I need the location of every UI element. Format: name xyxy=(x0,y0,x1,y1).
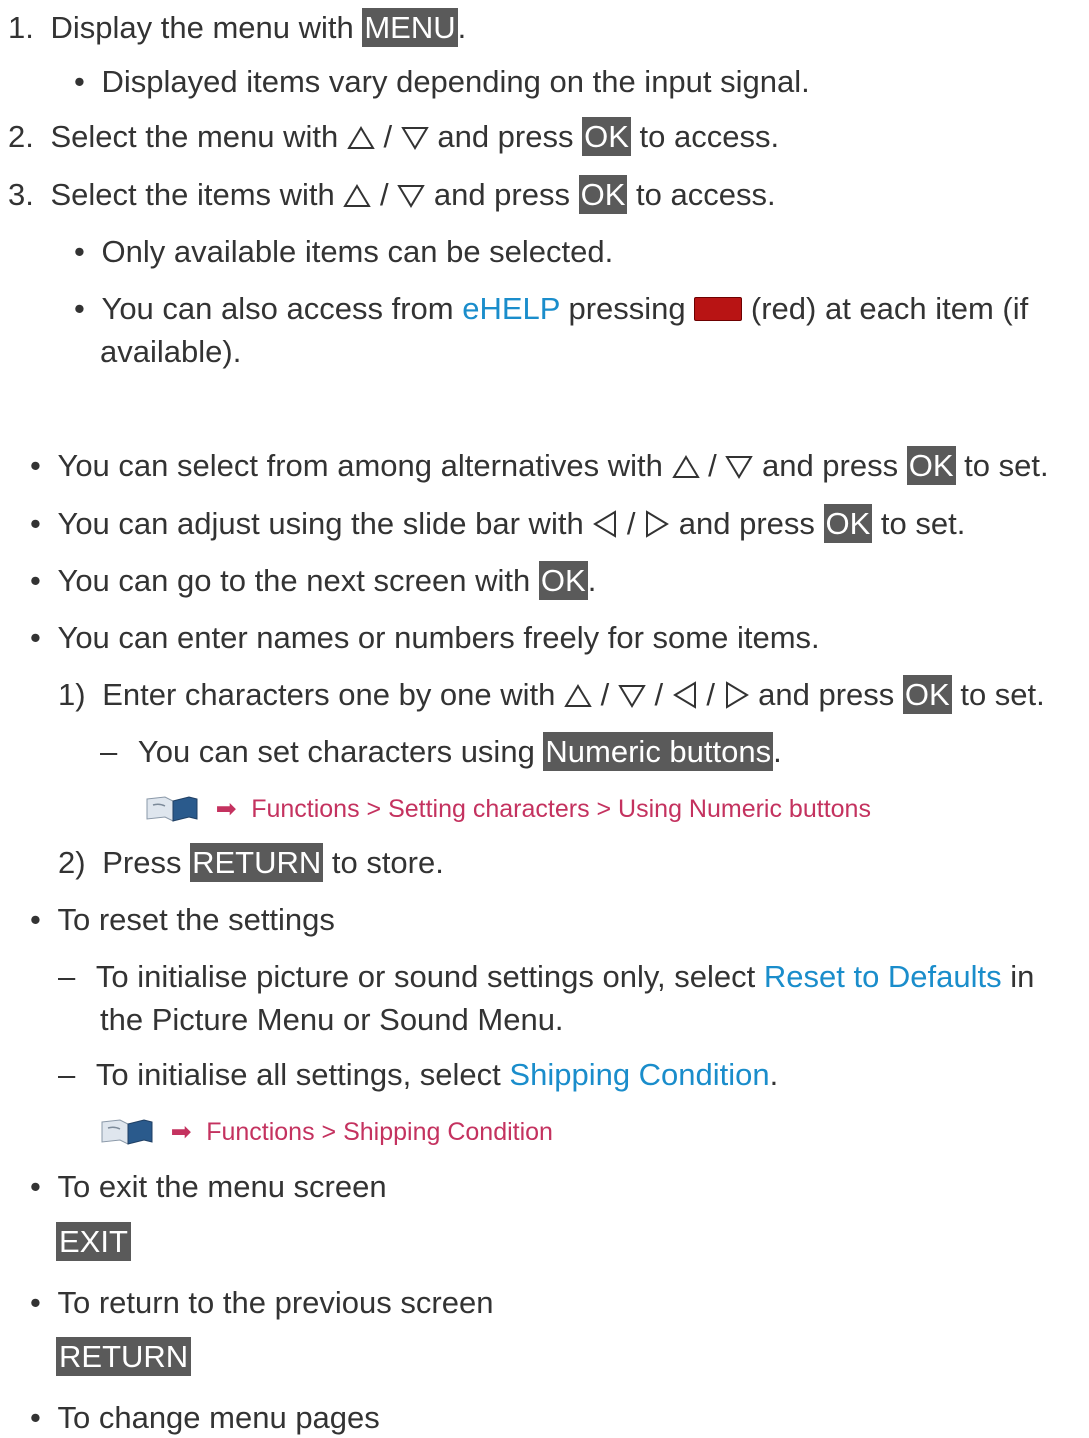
up-triangle-icon xyxy=(671,455,700,478)
ok-button[interactable]: OK xyxy=(582,117,631,156)
step-number: 2) xyxy=(58,845,86,880)
step-3-note-2-cont: available). xyxy=(100,334,242,369)
tip-return: • To return to the previous screen xyxy=(30,1285,494,1320)
step-number: 2. xyxy=(8,119,34,154)
reset-defaults-link[interactable]: Reset to Defaults xyxy=(764,959,1002,994)
dash: – xyxy=(100,734,118,769)
ok-button[interactable]: OK xyxy=(578,175,628,214)
step-text: Display the menu with xyxy=(50,10,363,45)
bullet: • xyxy=(30,1285,41,1320)
arrow-right-icon: ➡ xyxy=(170,1118,192,1146)
ehelp-path-shipping[interactable]: ➡ Functions > Shipping Condition xyxy=(100,1110,553,1152)
step-3: 3. Select the items with / and press OK … xyxy=(8,175,776,214)
bullet: • xyxy=(30,563,41,598)
tip-change-pages: • To change menu pages xyxy=(30,1400,380,1435)
ok-button[interactable]: OK xyxy=(538,561,588,600)
tip-reset-picture: – To initialise picture or sound setting… xyxy=(58,959,1035,994)
ehelp-path-numeric[interactable]: ➡ Functions > Setting characters > Using… xyxy=(145,787,871,829)
down-triangle-icon xyxy=(397,185,426,208)
down-triangle-icon xyxy=(725,456,754,479)
tip-enter-names: • You can enter names or numbers freely … xyxy=(30,620,820,655)
shipping-condition-link[interactable]: Shipping Condition xyxy=(509,1057,769,1092)
ehelp-book-icon xyxy=(146,796,198,822)
tip-reset-all: – To initialise all settings, select Shi… xyxy=(58,1057,779,1092)
red-key-icon xyxy=(694,297,743,321)
tip-numeric-note: – You can set characters using Numeric b… xyxy=(100,732,782,771)
bullet: • xyxy=(74,234,85,269)
up-triangle-icon xyxy=(343,184,372,207)
up-triangle-icon xyxy=(347,126,375,149)
bullet: • xyxy=(30,1169,41,1204)
bullet: • xyxy=(30,620,41,655)
tip-enter-step-1: 1) Enter characters one by one with / / … xyxy=(58,675,1045,714)
down-triangle-icon xyxy=(618,685,646,708)
bullet: • xyxy=(30,506,41,541)
step-3-note-2: • You can also access from eHELP pressin… xyxy=(74,291,1029,326)
note-text: Displayed items vary depending on the in… xyxy=(101,64,810,99)
up-triangle-icon xyxy=(564,684,592,707)
tip-reset-picture-cont: the Picture Menu or Sound Menu. xyxy=(100,1002,564,1037)
step-1: 1. Display the menu with MENU. xyxy=(8,8,467,47)
down-triangle-icon xyxy=(400,127,429,150)
dash: – xyxy=(58,1057,76,1092)
tip-reset: • To reset the settings xyxy=(30,902,335,937)
tip-enter-step-2: 2) Press RETURN to store. xyxy=(58,843,444,882)
return-key-row: RETURN xyxy=(56,1337,192,1377)
step-number: 1. xyxy=(8,10,34,45)
left-triangle-icon xyxy=(672,681,696,709)
tip-exit: • To exit the menu screen xyxy=(30,1169,387,1204)
tip-select: • You can select from among alternatives… xyxy=(30,446,1049,485)
right-triangle-icon xyxy=(646,510,670,538)
bullet: • xyxy=(74,291,85,326)
ok-button[interactable]: OK xyxy=(823,504,873,543)
path-link[interactable]: Functions > Shipping Condition xyxy=(206,1118,553,1146)
tip-next-screen: • You can go to the next screen with OK. xyxy=(30,561,597,600)
exit-key-row: EXIT xyxy=(56,1222,131,1262)
step-number: 3. xyxy=(8,177,34,212)
return-button[interactable]: RETURN xyxy=(56,1337,192,1376)
help-page: 1. Display the menu with MENU. • Display… xyxy=(0,0,1089,1435)
ehelp-book-icon xyxy=(101,1119,153,1145)
step-3-note-1: • Only available items can be selected. xyxy=(74,234,614,269)
bullet: • xyxy=(30,448,41,483)
step-number: 1) xyxy=(58,677,86,712)
exit-button[interactable]: EXIT xyxy=(56,1222,131,1261)
dash: – xyxy=(58,959,76,994)
step-2: 2. Select the menu with / and press OK t… xyxy=(8,117,780,156)
arrow-right-icon: ➡ xyxy=(215,795,237,823)
menu-button[interactable]: MENU xyxy=(362,8,458,47)
ehelp-link[interactable]: eHELP xyxy=(462,291,560,326)
left-triangle-icon xyxy=(593,510,617,538)
numeric-buttons-key[interactable]: Numeric buttons xyxy=(543,732,774,771)
step-1-note: • Displayed items vary depending on the … xyxy=(74,62,810,102)
ok-button[interactable]: OK xyxy=(906,446,956,485)
return-button[interactable]: RETURN xyxy=(190,843,324,882)
right-triangle-icon xyxy=(725,681,749,709)
ok-button[interactable]: OK xyxy=(902,675,952,714)
bullet: • xyxy=(30,902,41,937)
bullet: • xyxy=(74,64,85,99)
path-link[interactable]: Functions > Setting characters > Using N… xyxy=(251,795,871,823)
tip-adjust: • You can adjust using the slide bar wit… xyxy=(30,504,966,543)
